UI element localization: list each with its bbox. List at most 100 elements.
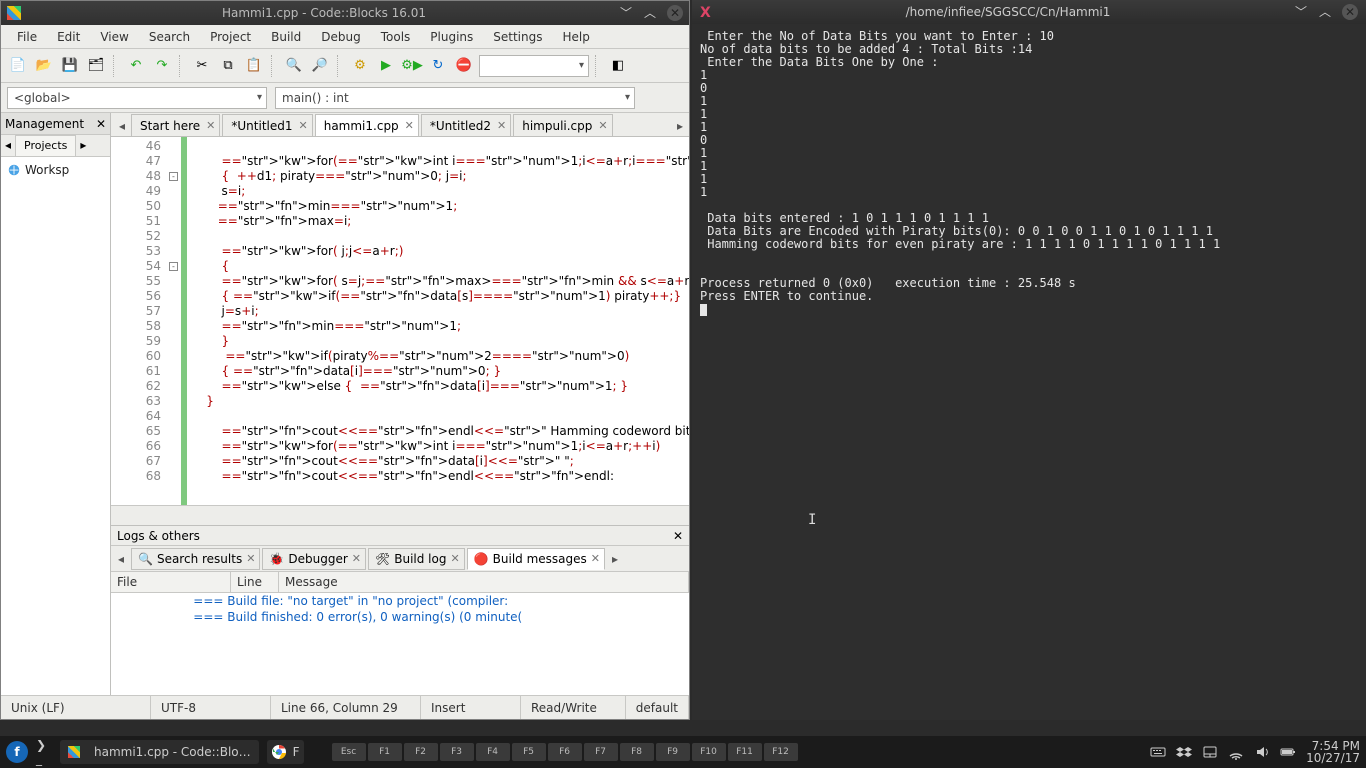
log-tab[interactable]: 🐞Debugger✕ xyxy=(262,548,366,570)
terminal-launcher-icon[interactable]: ❯_ xyxy=(36,744,52,760)
close-icon[interactable]: ✕ xyxy=(1342,4,1358,20)
fkey-f3[interactable]: F3 xyxy=(440,743,474,761)
tab-close-icon[interactable]: ✕ xyxy=(352,552,361,565)
build-messages-table[interactable]: File Line Message === Build file: "no ta… xyxy=(111,572,689,695)
col-file[interactable]: File xyxy=(111,572,231,592)
projects-tab[interactable]: Projects xyxy=(15,135,76,156)
tab-close-icon[interactable]: ✕ xyxy=(598,119,607,132)
save-all-icon[interactable]: 🗂 xyxy=(85,55,107,77)
scope-function-combo[interactable]: main() : int xyxy=(275,87,635,109)
editor-tab[interactable]: hammi1.cpp✕ xyxy=(315,114,419,136)
mgmt-tab-prev-icon[interactable]: ◂ xyxy=(1,135,15,156)
menu-help[interactable]: Help xyxy=(552,27,599,47)
fkey-esc[interactable]: Esc xyxy=(332,743,366,761)
fkey-f10[interactable]: F10 xyxy=(692,743,726,761)
undo-icon[interactable]: ↶ xyxy=(125,55,147,77)
mgmt-tab-next-icon[interactable]: ▸ xyxy=(76,135,90,156)
fkey-f11[interactable]: F11 xyxy=(728,743,762,761)
menu-file[interactable]: File xyxy=(7,27,47,47)
copy-icon[interactable]: ⧉ xyxy=(217,55,239,77)
build-target-combo[interactable] xyxy=(479,55,589,77)
clock[interactable]: 7:54 PM 10/27/17 xyxy=(1306,740,1360,764)
code-editor[interactable]: 4647484950515253545556575859606162636465… xyxy=(111,137,689,505)
status-mode[interactable]: Insert xyxy=(421,696,521,719)
editor-tab[interactable]: himpuli.cpp✕ xyxy=(513,114,612,136)
menu-tools[interactable]: Tools xyxy=(371,27,421,47)
fkey-f2[interactable]: F2 xyxy=(404,743,438,761)
menu-plugins[interactable]: Plugins xyxy=(420,27,483,47)
paste-icon[interactable]: 📋 xyxy=(243,55,265,77)
open-file-icon[interactable]: 📂 xyxy=(33,55,55,77)
logs-tab-next-icon[interactable]: ▸ xyxy=(607,552,623,566)
code-text-area[interactable]: =="str">"kw">for(=="str">"kw">int i==="s… xyxy=(187,137,689,505)
project-tree[interactable]: Worksp xyxy=(1,157,110,695)
dropbox-icon[interactable] xyxy=(1176,744,1192,760)
redo-icon[interactable]: ↷ xyxy=(151,55,173,77)
touchpad-icon[interactable] xyxy=(1202,744,1218,760)
fkey-f4[interactable]: F4 xyxy=(476,743,510,761)
logs-title-bar[interactable]: Logs & others✕ xyxy=(111,526,689,546)
toggle-comment-icon[interactable]: ◧ xyxy=(607,55,629,77)
menu-build[interactable]: Build xyxy=(261,27,311,47)
log-tab[interactable]: 🔴Build messages✕ xyxy=(467,548,605,570)
fkey-f6[interactable]: F6 xyxy=(548,743,582,761)
editor-tab-prev-icon[interactable]: ◂ xyxy=(113,116,131,136)
codeblocks-titlebar[interactable]: Hammi1.cpp - Code::Blocks 16.01 ﹀ ︿ ✕ xyxy=(1,1,689,25)
build-message-row[interactable]: === Build file: "no target" in "no proje… xyxy=(111,593,689,609)
minimize-icon[interactable]: ﹀ xyxy=(1294,4,1308,18)
fkey-f9[interactable]: F9 xyxy=(656,743,690,761)
fold-column[interactable]: -- xyxy=(167,137,181,505)
horizontal-scrollbar[interactable] xyxy=(111,505,689,521)
minimize-icon[interactable]: ﹀ xyxy=(619,5,633,19)
maximize-icon[interactable]: ︿ xyxy=(643,5,657,19)
save-icon[interactable]: 💾 xyxy=(59,55,81,77)
fkey-f5[interactable]: F5 xyxy=(512,743,546,761)
status-eol[interactable]: Unix (LF) xyxy=(1,696,151,719)
menu-view[interactable]: View xyxy=(90,27,138,47)
battery-icon[interactable] xyxy=(1280,744,1296,760)
log-tab[interactable]: 🔍Search results✕ xyxy=(131,548,260,570)
scope-global-combo[interactable]: <global> xyxy=(7,87,267,109)
fkey-f7[interactable]: F7 xyxy=(584,743,618,761)
tab-close-icon[interactable]: ✕ xyxy=(206,119,215,132)
workspace-node[interactable]: Worksp xyxy=(7,163,104,177)
run-icon[interactable]: ▶ xyxy=(375,55,397,77)
close-icon[interactable]: ✕ xyxy=(667,5,683,21)
taskbar-item-codeblocks[interactable]: hammi1.cpp - Code::Blo… xyxy=(60,740,259,764)
rebuild-icon[interactable]: ↻ xyxy=(427,55,449,77)
fkey-f8[interactable]: F8 xyxy=(620,743,654,761)
logs-tab-prev-icon[interactable]: ◂ xyxy=(113,552,129,566)
management-close-icon[interactable]: ✕ xyxy=(96,117,106,131)
new-file-icon[interactable]: 📄 xyxy=(7,55,29,77)
tab-close-icon[interactable]: ✕ xyxy=(591,552,600,565)
volume-icon[interactable] xyxy=(1254,744,1270,760)
replace-icon[interactable]: 🔎 xyxy=(309,55,331,77)
menu-debug[interactable]: Debug xyxy=(311,27,370,47)
fkey-f12[interactable]: F12 xyxy=(764,743,798,761)
col-message[interactable]: Message xyxy=(279,572,689,592)
menu-search[interactable]: Search xyxy=(139,27,200,47)
network-icon[interactable] xyxy=(1228,744,1244,760)
editor-tab[interactable]: *Untitled1✕ xyxy=(222,114,312,136)
menu-project[interactable]: Project xyxy=(200,27,261,47)
tab-close-icon[interactable]: ✕ xyxy=(450,552,459,565)
menu-settings[interactable]: Settings xyxy=(483,27,552,47)
terminal-output[interactable]: Enter the No of Data Bits you want to En… xyxy=(692,24,1366,720)
keyboard-icon[interactable] xyxy=(1150,744,1166,760)
terminal-titlebar[interactable]: X /home/infiee/SGGSCC/Cn/Hammi1 ﹀ ︿ ✕ xyxy=(692,0,1366,24)
maximize-icon[interactable]: ︿ xyxy=(1318,4,1332,18)
tab-close-icon[interactable]: ✕ xyxy=(405,119,414,132)
tab-close-icon[interactable]: ✕ xyxy=(246,552,255,565)
find-icon[interactable]: 🔍 xyxy=(283,55,305,77)
build-icon[interactable]: ⚙ xyxy=(349,55,371,77)
tab-close-icon[interactable]: ✕ xyxy=(497,119,506,132)
editor-tab[interactable]: Start here✕ xyxy=(131,114,220,136)
build-message-row[interactable]: === Build finished: 0 error(s), 0 warnin… xyxy=(111,609,689,625)
abort-icon[interactable]: ⛔ xyxy=(453,55,475,77)
taskbar-item-chrome[interactable]: F xyxy=(267,740,304,764)
status-encoding[interactable]: UTF-8 xyxy=(151,696,271,719)
fkey-f1[interactable]: F1 xyxy=(368,743,402,761)
editor-tab[interactable]: *Untitled2✕ xyxy=(421,114,511,136)
status-default[interactable]: default xyxy=(626,696,689,719)
col-line[interactable]: Line xyxy=(231,572,279,592)
